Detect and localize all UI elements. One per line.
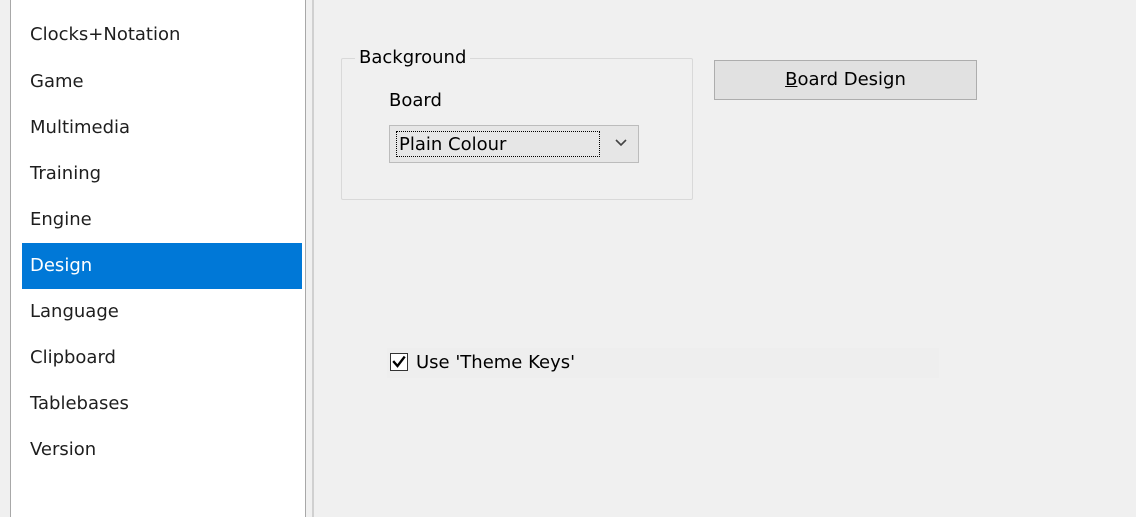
board-design-button-mnemonic: B <box>785 69 798 90</box>
board-design-button-label: oard Design <box>797 69 906 90</box>
options-window: Clocks+Notation Game Multimedia Training… <box>0 0 1136 517</box>
pane-divider <box>312 0 314 517</box>
sidebar-item-tablebases[interactable]: Tablebases <box>22 381 302 427</box>
sidebar-item-training[interactable]: Training <box>22 151 302 197</box>
board-label: Board <box>389 90 442 111</box>
checkmark-icon <box>392 355 406 368</box>
theme-keys-option[interactable]: Use 'Theme Keys' <box>387 348 939 378</box>
board-design-button[interactable]: Board Design <box>714 60 977 100</box>
category-list[interactable]: Clocks+Notation Game Multimedia Training… <box>10 0 306 517</box>
sidebar-item-game[interactable]: Game <box>22 59 302 105</box>
sidebar-item-version[interactable]: Version <box>22 427 302 473</box>
theme-keys-label: Use 'Theme Keys' <box>416 352 576 373</box>
sidebar-item-multimedia[interactable]: Multimedia <box>22 105 302 151</box>
board-background-select-value: Plain Colour <box>396 131 600 157</box>
sidebar-item-language[interactable]: Language <box>22 289 302 335</box>
board-background-select[interactable]: Plain Colour <box>389 125 639 163</box>
sidebar-item-design[interactable]: Design <box>22 243 302 289</box>
chevron-down-icon[interactable] <box>612 134 630 152</box>
sidebar-item-clipboard[interactable]: Clipboard <box>22 335 302 381</box>
sidebar-item-clocks-notation[interactable]: Clocks+Notation <box>22 12 302 58</box>
theme-keys-checkbox[interactable] <box>390 353 408 371</box>
background-group-title: Background <box>355 46 471 70</box>
sidebar-item-engine[interactable]: Engine <box>22 197 302 243</box>
